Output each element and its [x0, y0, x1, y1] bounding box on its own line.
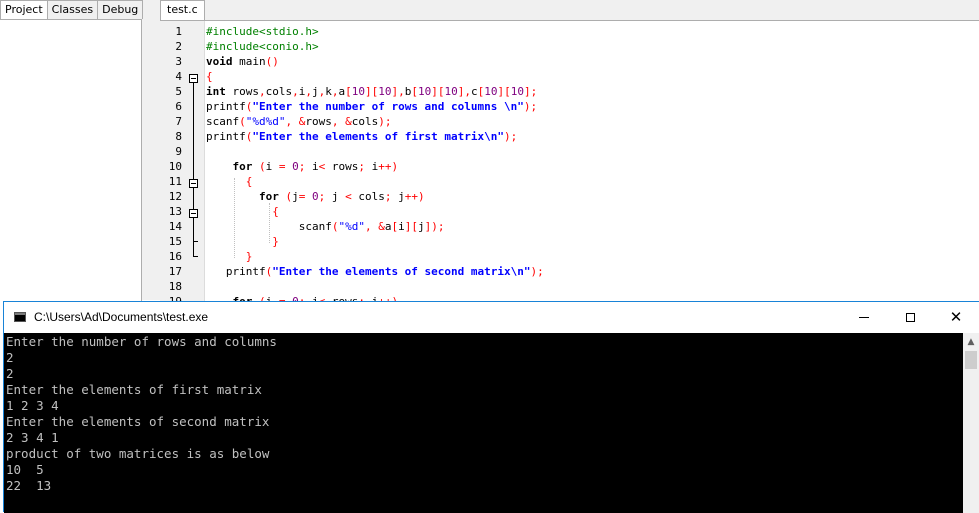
- code-line: #include<stdio.h>: [206, 25, 319, 38]
- line-number: 15: [168, 235, 182, 248]
- left-panel-tabs: Project Classes Debug: [0, 0, 144, 20]
- line-number: 8: [175, 130, 182, 143]
- console-output-line: 2: [6, 366, 14, 381]
- close-button[interactable]: ✕: [933, 302, 979, 333]
- code-line: for (i = 0; i< rows; i++): [232, 160, 399, 173]
- code-text-area[interactable]: #include<stdio.h> #include<conio.h> void m…: [206, 21, 979, 301]
- line-number: 4: [175, 70, 182, 83]
- console-output-line: product of two matrices is as below: [6, 446, 270, 461]
- fold-toggle-icon[interactable]: [189, 74, 198, 83]
- console-window: C:\Users\Ad\Documents\test.exe ✕ Enter t…: [3, 301, 979, 513]
- code-line: }: [272, 235, 279, 248]
- console-output-line: Enter the elements of second matrix: [6, 414, 270, 429]
- code-line: }: [245, 250, 253, 263]
- line-number: 7: [175, 115, 182, 128]
- console-output-line: Enter the elements of first matrix: [6, 382, 262, 397]
- scrollbar-thumb[interactable]: [965, 351, 977, 369]
- project-tree[interactable]: [0, 19, 142, 301]
- close-icon: ✕: [949, 308, 963, 326]
- code-line: scanf("%d", &a[i][j]);: [206, 220, 445, 233]
- line-number: 10: [168, 160, 182, 173]
- console-output-line: 22 13: [6, 478, 52, 493]
- line-number: 16: [168, 250, 182, 263]
- console-title-bar[interactable]: C:\Users\Ad\Documents\test.exe ✕: [4, 302, 979, 333]
- code-line: void main(): [206, 55, 279, 68]
- fold-end-marker: [193, 256, 198, 257]
- code-line: scanf("%d%d", &rows, &cols);: [206, 115, 392, 128]
- line-number: 12: [168, 190, 182, 203]
- ide-window: Project Classes Debug test.c 1 2 3 4 5 6 7 8 9 10…: [0, 0, 979, 308]
- fold-toggle-icon[interactable]: [189, 209, 198, 218]
- minimize-icon: [859, 317, 869, 318]
- code-line: for (j= 0; j < cols; j++): [258, 190, 425, 203]
- console-output-line: Enter the number of rows and columns: [6, 334, 277, 349]
- left-panel: Project Classes Debug: [0, 0, 144, 301]
- line-number: 9: [175, 145, 182, 158]
- console-title: C:\Users\Ad\Documents\test.exe: [34, 310, 209, 324]
- line-number: 5: [175, 85, 182, 98]
- fold-toggle-icon[interactable]: [189, 179, 198, 188]
- console-output-line: 10 5: [6, 462, 44, 477]
- tab-debug[interactable]: Debug: [97, 0, 144, 19]
- tab-project[interactable]: Project: [0, 0, 48, 20]
- console-output[interactable]: Enter the number of rows and columns 2 2 En…: [4, 333, 963, 513]
- code-line: #include<conio.h>: [206, 40, 319, 53]
- fold-guide-line: [193, 188, 194, 256]
- line-number: 14: [168, 220, 182, 233]
- file-tab-test-c[interactable]: test.c: [160, 0, 205, 20]
- console-output-line: 1 2 3 4: [6, 398, 59, 413]
- line-number: 2: [175, 40, 182, 53]
- code-line: {: [272, 205, 279, 218]
- fold-guide-line: [193, 83, 194, 188]
- tab-classes[interactable]: Classes: [46, 0, 99, 19]
- console-output-line: 2 3 4 1: [6, 430, 59, 445]
- console-app-icon[interactable]: [14, 312, 26, 322]
- code-line: int rows,cols,i,j,k,a[10][10],b[10][10],…: [206, 85, 538, 98]
- line-number: 6: [175, 100, 182, 113]
- console-output-line: 2: [6, 350, 14, 365]
- code-editor[interactable]: 12345678910111213141516171819 #include<s…: [160, 20, 979, 308]
- code-line: printf("Enter the elements of second mat…: [206, 265, 544, 278]
- line-number: 11: [168, 175, 182, 188]
- line-number: 18: [168, 280, 182, 293]
- minimize-button[interactable]: [841, 302, 887, 333]
- line-number: 1: [175, 25, 182, 38]
- code-line: printf("Enter the number of rows and col…: [206, 100, 538, 113]
- console-scrollbar[interactable]: ▲: [963, 333, 979, 513]
- code-line: {: [245, 175, 253, 188]
- code-line: {: [206, 70, 213, 83]
- scroll-up-arrow-icon[interactable]: ▲: [963, 333, 979, 350]
- code-line: for (i = 0; i< rows; i++): [206, 294, 399, 301]
- line-number: 13: [168, 205, 182, 218]
- editor-tabs: test.c: [160, 0, 205, 20]
- maximize-icon: [905, 313, 915, 322]
- maximize-button[interactable]: [887, 302, 933, 333]
- line-number: 3: [175, 55, 182, 68]
- line-number-gutter: 12345678910111213141516171819: [160, 21, 205, 308]
- line-number: 17: [168, 265, 182, 278]
- fold-end-marker: [193, 241, 198, 242]
- code-line: printf("Enter the elements of first matr…: [206, 130, 518, 143]
